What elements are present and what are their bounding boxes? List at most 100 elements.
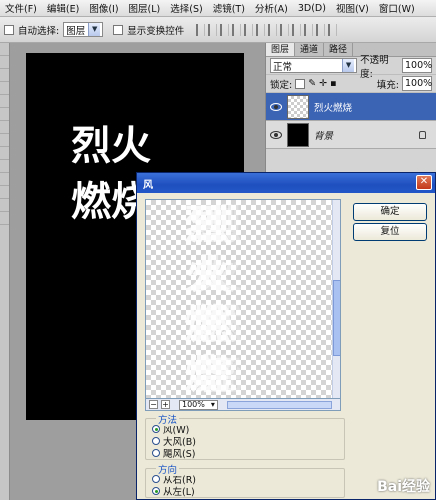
eyedropper-tool-icon[interactable] (0, 108, 9, 121)
scroll-thumb[interactable] (333, 280, 340, 356)
menu-view[interactable]: 视图(V) (331, 1, 374, 15)
show-transform-label: 显示变换控件 (127, 25, 185, 37)
direction-left-option[interactable]: 从左(L) (152, 485, 338, 498)
menu-edit[interactable]: 编辑(E) (42, 1, 84, 15)
lock-position-icon[interactable]: ✛ (319, 78, 327, 89)
chevron-down-icon: ▾ (210, 400, 215, 409)
panel-tabs: 图层 通道 路径 (266, 43, 436, 57)
direction-group: 方向 从右(R) 从左(L) (145, 462, 345, 498)
auto-select-dropdown[interactable]: 图层 ▼ (63, 22, 104, 37)
blend-mode-value: 正常 (273, 61, 293, 73)
eraser-tool-icon[interactable] (0, 173, 9, 186)
blend-row: 正常 ▼ 不透明度: 100% (266, 55, 436, 80)
radio-button[interactable] (152, 449, 160, 457)
opacity-value: 100% (405, 60, 433, 71)
method-group: 方法 风(W) 大风(B) 飓风(S) (145, 412, 345, 460)
opacity-label: 不透明度: (360, 54, 389, 80)
distribute-top-icon[interactable] (268, 23, 278, 36)
layer-thumbnail (287, 122, 309, 147)
align-icons (196, 23, 338, 36)
menu-3d[interactable]: 3D(D) (293, 3, 331, 14)
menu-window[interactable]: 窗口(W) (374, 1, 420, 15)
align-bottom-icon[interactable] (220, 23, 230, 36)
opacity-field[interactable]: 100% (402, 58, 432, 73)
zoom-out-icon[interactable]: − (149, 400, 158, 409)
zoom-in-icon[interactable]: + (161, 400, 170, 409)
radio-button[interactable] (152, 437, 160, 445)
distribute-right-icon[interactable] (328, 23, 338, 36)
radio-label: 从左(L) (163, 487, 195, 498)
gradient-tool-icon[interactable] (0, 186, 9, 199)
lock-pixels-icon[interactable]: ✎ (308, 78, 316, 89)
menu-bar: 文件(F) 编辑(E) 图像(I) 图层(L) 选择(S) 滤镜(T) 分析(A… (0, 0, 436, 17)
menu-file[interactable]: 文件(F) (0, 1, 42, 15)
menu-filter[interactable]: 滤镜(T) (208, 1, 250, 15)
auto-select-checkbox[interactable] (4, 24, 14, 35)
method-stagger-option[interactable]: 飓风(S) (152, 447, 338, 460)
dialog-titlebar[interactable]: 风 (137, 173, 435, 193)
marquee-tool-icon[interactable] (0, 56, 9, 69)
align-vcenter-icon[interactable] (208, 23, 218, 36)
menu-layer[interactable]: 图层(L) (124, 1, 166, 15)
align-top-icon[interactable] (196, 23, 206, 36)
distribute-vcenter-icon[interactable] (280, 23, 290, 36)
lock-transparent-icon[interactable] (295, 78, 306, 89)
move-tool-icon[interactable] (0, 43, 9, 56)
radio-button[interactable] (152, 487, 160, 495)
blend-mode-dropdown[interactable]: 正常 ▼ (270, 58, 358, 73)
lock-label: 锁定: (270, 79, 293, 91)
healing-tool-icon[interactable] (0, 121, 9, 134)
visibility-eye-icon[interactable] (270, 130, 282, 139)
chevron-down-icon: ▼ (342, 59, 355, 72)
fill-value: 100% (405, 78, 433, 89)
layer-row-background[interactable]: 背景 (266, 121, 436, 149)
direction-title: 方向 (156, 462, 180, 476)
fill-field[interactable]: 100% (402, 76, 432, 91)
tab-paths[interactable]: 路径 (324, 43, 354, 56)
show-transform-checkbox[interactable] (113, 24, 124, 35)
visibility-eye-icon[interactable] (270, 102, 282, 111)
align-left-icon[interactable] (232, 23, 242, 36)
toolbox (0, 43, 10, 500)
menu-select[interactable]: 选择(S) (165, 1, 207, 15)
layer-name: 烈火燃烧 (314, 102, 353, 114)
zoom-dropdown[interactable]: 100% ▾ (179, 399, 218, 410)
crop-tool-icon[interactable] (0, 95, 9, 108)
method-title: 方法 (156, 412, 180, 426)
menu-image[interactable]: 图像(I) (84, 1, 123, 15)
layer-thumbnail (287, 94, 309, 119)
distribute-hcenter-icon[interactable] (316, 23, 326, 36)
fill-label: 填充: (376, 79, 399, 91)
radio-button[interactable] (152, 425, 160, 433)
distribute-left-icon[interactable] (304, 23, 314, 36)
dialog-title: 风 (143, 179, 153, 191)
wind-filter-dialog: 风 ✕ 烈火燃烧 − + 100% ▾ 确定 复位 方法 风(W) 大风(B) 飓… (136, 172, 436, 500)
options-bar: 自动选择: 图层 ▼ 显示变换控件 (0, 17, 436, 43)
dodge-tool-icon[interactable] (0, 212, 9, 225)
stamp-tool-icon[interactable] (0, 147, 9, 160)
blur-tool-icon[interactable] (0, 199, 9, 212)
distribute-bottom-icon[interactable] (292, 23, 302, 36)
align-right-icon[interactable] (256, 23, 266, 36)
radio-label: 飓风(S) (163, 449, 196, 460)
history-brush-tool-icon[interactable] (0, 160, 9, 173)
filter-preview[interactable]: 烈火燃烧 (145, 199, 341, 399)
tab-channels[interactable]: 通道 (295, 43, 325, 56)
ok-button[interactable]: 确定 (353, 203, 427, 221)
preview-controls: − + 100% ▾ (145, 399, 341, 411)
lasso-tool-icon[interactable] (0, 69, 9, 82)
close-icon[interactable]: ✕ (416, 175, 432, 190)
menu-analysis[interactable]: 分析(A) (250, 1, 293, 15)
lock-all-icon[interactable]: ▪ (330, 78, 336, 89)
lock-icon (419, 130, 426, 139)
magic-wand-tool-icon[interactable] (0, 82, 9, 95)
preview-vertical-scrollbar[interactable] (332, 200, 340, 398)
brush-tool-icon[interactable] (0, 134, 9, 147)
auto-select-label: 自动选择: (18, 25, 60, 37)
radio-button[interactable] (152, 475, 160, 483)
preview-horizontal-scrollbar[interactable] (226, 400, 332, 409)
layer-row-text[interactable]: 烈火燃烧 (266, 93, 436, 121)
reset-button[interactable]: 复位 (353, 223, 427, 241)
align-hcenter-icon[interactable] (244, 23, 254, 36)
tab-layers[interactable]: 图层 (266, 43, 296, 56)
